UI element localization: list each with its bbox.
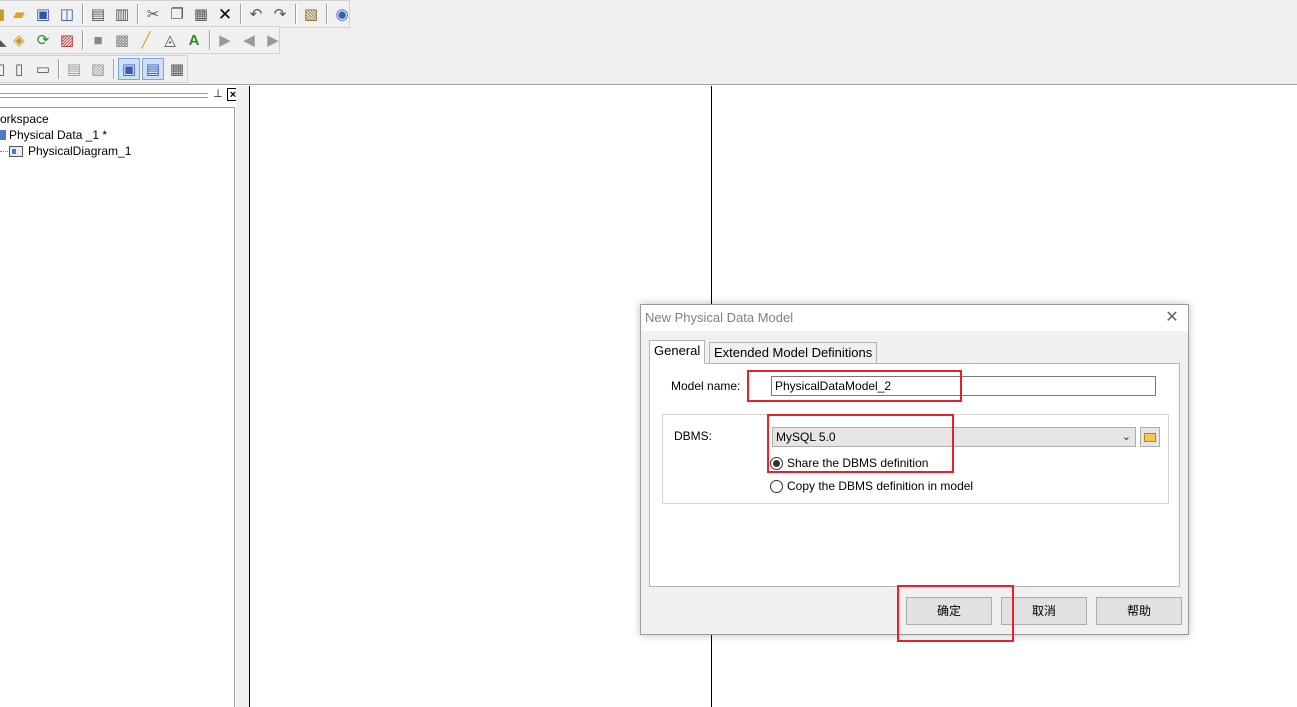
copy-dbms-option[interactable]: Copy the DBMS definition in model: [770, 479, 973, 493]
chevron-down-icon: ⌄: [1121, 431, 1131, 443]
folder-icon: [1144, 433, 1156, 442]
standard-toolbar: ▮ ▰ ▣ ◫ ▤ ▥ ✂ ❐ ▦ ✕ ↶ ↷ ▧ ◉: [0, 0, 354, 28]
toolbar-separator: [326, 4, 327, 24]
delete-icon[interactable]: ✕: [214, 3, 236, 25]
model-name-label: Model name:: [671, 379, 741, 393]
ok-button[interactable]: 确定: [906, 597, 992, 625]
help-icon[interactable]: ◉: [331, 3, 353, 25]
toolbar-separator: [113, 59, 114, 79]
general-tab-panel: Model name: PhysicalDataModel_2 DBMS: My…: [649, 363, 1180, 587]
dialog-title: New Physical Data Model: [645, 310, 794, 325]
tab-extended-model-definitions[interactable]: Extended Model Definitions: [709, 342, 878, 364]
font-icon[interactable]: A: [183, 29, 205, 51]
open-icon[interactable]: ▰: [8, 3, 30, 25]
paste-icon[interactable]: ▦: [190, 3, 212, 25]
refresh-icon[interactable]: ⟳: [32, 29, 54, 51]
browser-header: ⊥ ×: [0, 86, 243, 106]
dialog-titlebar[interactable]: New Physical Data Model ✕: [641, 305, 1188, 331]
share-dbms-option[interactable]: Share the DBMS definition: [770, 456, 928, 470]
toolbar-separator: [240, 4, 241, 24]
tree-line-icon: [0, 150, 8, 152]
diagram-icon: [9, 145, 23, 157]
browser-tree: orkspace Physical Data _1 * PhysicalDiag…: [0, 107, 235, 707]
print-icon[interactable]: ▥: [111, 3, 133, 25]
view-toolbar: ▯ ▯ ▭ ▤ ▧ ▣ ▤ ▦: [0, 55, 189, 83]
share-dbms-label: Share the DBMS definition: [787, 456, 929, 470]
cancel-button[interactable]: 取消: [1001, 597, 1087, 625]
format-toolbar: ◣ ◈ ⟳ ▨ ■ ▩ ╱ ◬ A ▶ ◀ ▶: [0, 26, 285, 54]
tab-general[interactable]: General: [649, 340, 706, 364]
properties-icon[interactable]: ▧: [300, 3, 322, 25]
save-icon[interactable]: ▣: [32, 3, 54, 25]
dbms-selected-value: MySQL 5.0: [776, 430, 836, 444]
model-name-input[interactable]: PhysicalDataModel_2: [771, 376, 1156, 396]
tree-item-physical-diagram[interactable]: PhysicalDiagram_1: [0, 143, 131, 159]
check-model-icon[interactable]: ◈: [8, 29, 30, 51]
send-back-icon[interactable]: ▩: [111, 29, 133, 51]
copy-dbms-label: Copy the DBMS definition in model: [787, 479, 974, 493]
tree-item-label: Physical Data _1 *: [9, 128, 108, 142]
result-list-icon[interactable]: ▦: [166, 58, 188, 80]
dbms-group: DBMS: MySQL 5.0 ⌄ Share the DBMS definit…: [662, 414, 1169, 504]
dbms-label: DBMS:: [674, 429, 713, 443]
new-physical-data-model-dialog: New Physical Data Model ✕ General Extend…: [640, 304, 1189, 635]
tree-item-workspace[interactable]: orkspace: [0, 111, 49, 127]
zoom-out-icon[interactable]: ▧: [87, 58, 109, 80]
output-view-icon[interactable]: ▤: [142, 58, 164, 80]
tree-item-label: PhysicalDiagram_1: [28, 144, 132, 158]
arrow-right-icon[interactable]: ▶: [262, 29, 284, 51]
dialog-close-icon[interactable]: ✕: [1162, 308, 1182, 328]
impact-analysis-icon[interactable]: ▨: [56, 29, 78, 51]
bring-front-icon[interactable]: ■: [87, 29, 109, 51]
model-icon: [0, 130, 6, 140]
cut-icon[interactable]: ✂: [142, 3, 164, 25]
share-dbms-radio[interactable]: [770, 456, 783, 470]
browser-splitter[interactable]: [236, 86, 250, 707]
page-view2-icon[interactable]: ▭: [32, 58, 54, 80]
browser-grip[interactable]: [0, 93, 208, 98]
toolbar-separator: [58, 59, 59, 79]
copy-dbms-radio[interactable]: [770, 479, 783, 493]
undo-icon[interactable]: ↶: [245, 3, 267, 25]
arrow-left-icon[interactable]: ◀: [238, 29, 260, 51]
zoom-in-icon[interactable]: ▤: [63, 58, 85, 80]
toolbar-separator: [209, 30, 210, 50]
save-all-icon[interactable]: ◫: [56, 3, 78, 25]
toolbar-separator: [137, 4, 138, 24]
redo-icon[interactable]: ↷: [269, 3, 291, 25]
dbms-browse-button[interactable]: [1140, 427, 1160, 447]
toolbar-separator: [295, 4, 296, 24]
object-browser: ⊥ × orkspace Physical Data _1 * Physical…: [0, 86, 250, 707]
page-icon[interactable]: ▯: [0, 58, 6, 80]
toolbar-separator: [82, 30, 83, 50]
tree-item-label: orkspace: [0, 112, 49, 126]
tree-item-physical-data[interactable]: Physical Data _1 *: [0, 127, 107, 143]
fill-icon[interactable]: ◬: [159, 29, 181, 51]
pin-icon[interactable]: ⊥: [212, 88, 224, 101]
copy-icon[interactable]: ❐: [166, 3, 188, 25]
toolbar-area: ▮ ▰ ▣ ◫ ▤ ▥ ✂ ❐ ▦ ✕ ↶ ↷ ▧ ◉ ◣ ◈ ⟳ ▨ ■ ▩ …: [0, 0, 1297, 85]
print-preview-icon[interactable]: ▤: [87, 3, 109, 25]
help-button[interactable]: 帮助: [1096, 597, 1182, 625]
toolbar-separator: [82, 4, 83, 24]
format-painter-icon[interactable]: ▶: [214, 29, 236, 51]
page-view-icon[interactable]: ▯: [8, 58, 30, 80]
new-icon[interactable]: ▮: [0, 3, 6, 25]
dbms-select[interactable]: MySQL 5.0 ⌄: [772, 427, 1136, 447]
browser-view-icon[interactable]: ▣: [118, 58, 140, 80]
find-icon[interactable]: ◣: [0, 29, 7, 51]
line-style-icon[interactable]: ╱: [135, 29, 157, 51]
